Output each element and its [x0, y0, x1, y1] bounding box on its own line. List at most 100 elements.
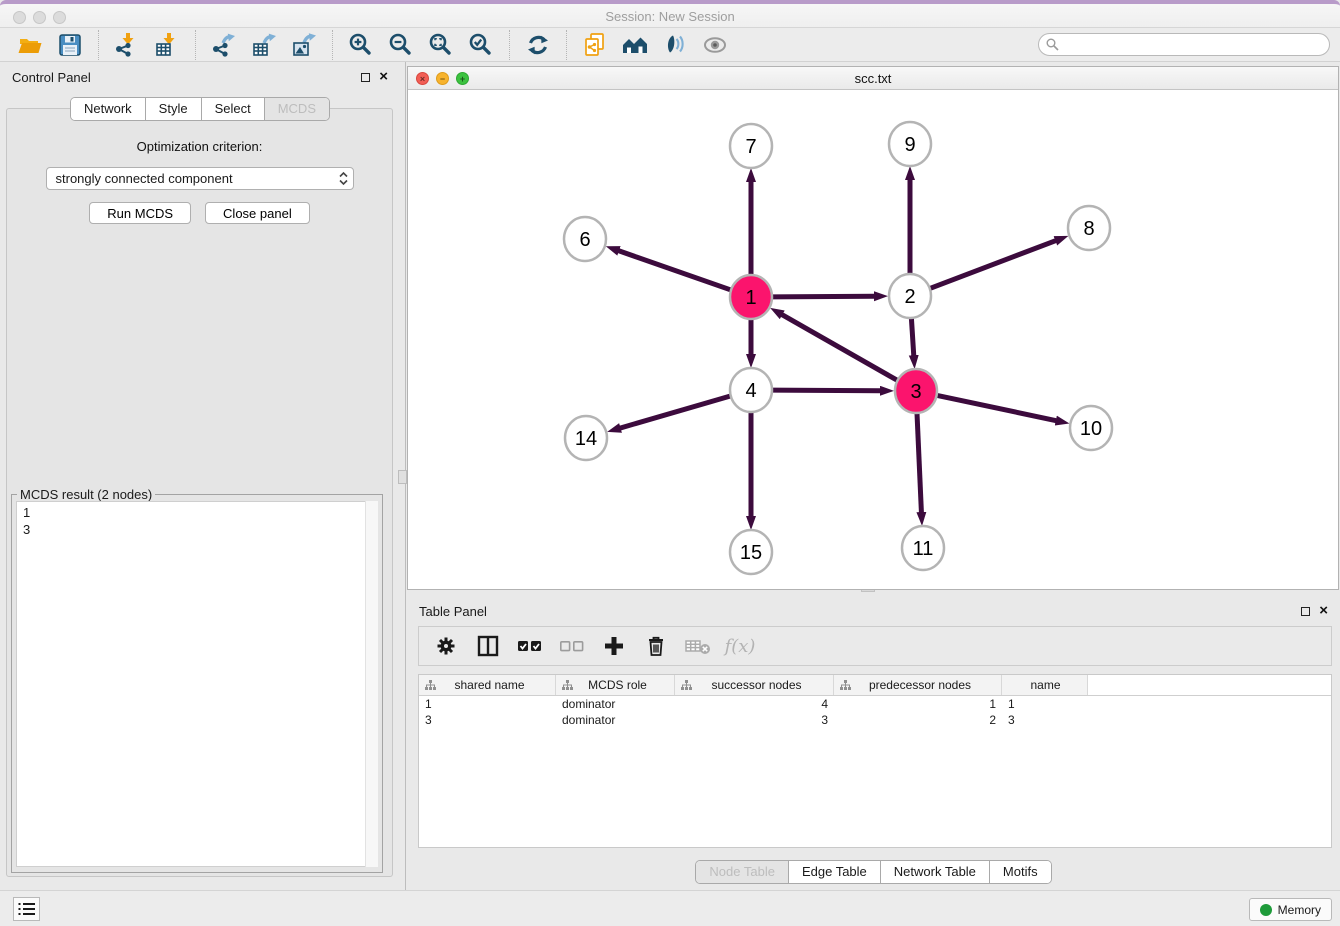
- cell-successor-nodes[interactable]: 3: [675, 713, 834, 727]
- graph-edge-3-11[interactable]: [917, 412, 922, 513]
- zoom-selected-icon[interactable]: [466, 31, 496, 59]
- save-session-icon[interactable]: [55, 31, 85, 59]
- toolbar-separator: [98, 30, 99, 60]
- float-panel-icon[interactable]: [361, 73, 370, 82]
- graph-node-label: 1: [745, 287, 756, 309]
- column-header-shared-name[interactable]: shared name: [419, 675, 556, 695]
- network-maximize-icon[interactable]: +: [456, 72, 469, 85]
- search-input[interactable]: [1064, 37, 1322, 53]
- delete-column-icon[interactable]: [641, 631, 671, 661]
- graph-node-8[interactable]: 8: [1068, 206, 1110, 250]
- search-icon: [1046, 38, 1059, 51]
- zoom-in-icon[interactable]: [346, 31, 376, 59]
- export-image-icon[interactable]: [289, 31, 319, 59]
- table-settings-icon[interactable]: [431, 631, 461, 661]
- table-row[interactable]: 3 dominator 3 2 3: [419, 712, 1331, 728]
- network-window-titlebar[interactable]: × − + scc.txt: [408, 67, 1338, 90]
- tab-network-table[interactable]: Network Table: [880, 861, 989, 883]
- close-panel-icon[interactable]: ×: [1319, 606, 1328, 616]
- graph-node-label: 11: [913, 538, 934, 560]
- graph-node-9[interactable]: 9: [889, 122, 931, 166]
- graph-node-1[interactable]: 1: [730, 275, 772, 319]
- import-network-icon[interactable]: [112, 31, 142, 59]
- vertical-splitter-handle[interactable]: [398, 470, 407, 484]
- graph-node-4[interactable]: 4: [730, 368, 772, 412]
- network-canvas[interactable]: 7 9 6 8 1 2 4 3 14 10 15 11: [408, 90, 1338, 589]
- result-scrollbar[interactable]: [365, 501, 378, 867]
- close-panel-button[interactable]: Close panel: [205, 202, 310, 224]
- mcds-result-text[interactable]: 1 3: [16, 501, 378, 867]
- node-table[interactable]: shared name MCDS role successor nodes pr…: [418, 674, 1332, 848]
- export-network-icon[interactable]: [209, 31, 239, 59]
- graph-edge-3-10[interactable]: [937, 395, 1057, 420]
- select-all-columns-icon[interactable]: [515, 631, 545, 661]
- graph-node-7[interactable]: 7: [730, 124, 772, 168]
- control-panel-header: Control Panel ×: [0, 62, 400, 92]
- graph-node-14[interactable]: 14: [565, 416, 607, 460]
- cell-mcds-role[interactable]: dominator: [556, 713, 675, 727]
- zoom-out-icon[interactable]: [386, 31, 416, 59]
- search-box[interactable]: [1038, 33, 1330, 56]
- new-network-from-selection-icon[interactable]: [580, 31, 610, 59]
- column-header-predecessor-nodes[interactable]: predecessor nodes: [834, 675, 1002, 695]
- graph-node-15[interactable]: 15: [730, 530, 772, 574]
- birds-eye-view-icon[interactable]: [700, 31, 730, 59]
- first-neighbors-icon[interactable]: [620, 31, 650, 59]
- tab-network[interactable]: Network: [71, 98, 145, 120]
- graph-edge-2-8[interactable]: [930, 240, 1057, 288]
- graph-edge-4-3[interactable]: [772, 390, 881, 391]
- graph-node-2[interactable]: 2: [889, 274, 931, 318]
- network-minimize-icon[interactable]: −: [436, 72, 449, 85]
- graph-edge-3-1[interactable]: [781, 314, 897, 380]
- split-view-icon[interactable]: [473, 631, 503, 661]
- graph-edge-1-6[interactable]: [618, 251, 731, 291]
- column-header-name[interactable]: name: [1002, 675, 1088, 695]
- column-header-successor-nodes[interactable]: successor nodes: [675, 675, 834, 695]
- graph-edge-1-2[interactable]: [772, 296, 875, 297]
- cell-successor-nodes[interactable]: 4: [675, 697, 834, 711]
- graph-node-label: 8: [1083, 218, 1094, 240]
- unselect-all-columns-icon[interactable]: [557, 631, 587, 661]
- cell-shared-name[interactable]: 1: [419, 697, 556, 711]
- function-builder-icon: f(x): [725, 631, 755, 661]
- attribute-tree-icon: [840, 680, 851, 691]
- graph-node-label: 6: [579, 229, 590, 251]
- memory-button[interactable]: Memory: [1249, 898, 1332, 921]
- graph-node-label: 9: [904, 134, 915, 156]
- tab-select[interactable]: Select: [201, 98, 264, 120]
- graph-node-10[interactable]: 10: [1070, 406, 1112, 450]
- mcds-result-title: MCDS result (2 nodes): [17, 487, 155, 502]
- attribute-tree-icon: [562, 680, 573, 691]
- run-mcds-button[interactable]: Run MCDS: [89, 202, 191, 224]
- refresh-icon[interactable]: [523, 31, 553, 59]
- graph-node-11[interactable]: 11: [902, 526, 944, 570]
- export-table-icon[interactable]: [249, 31, 279, 59]
- graph-node-3[interactable]: 3: [895, 369, 937, 413]
- tab-motifs[interactable]: Motifs: [989, 861, 1051, 883]
- import-table-icon[interactable]: [152, 31, 182, 59]
- cell-name[interactable]: 3: [1002, 713, 1088, 727]
- graph-node-6[interactable]: 6: [564, 217, 606, 261]
- tab-edge-table[interactable]: Edge Table: [788, 861, 880, 883]
- tab-mcds[interactable]: MCDS: [264, 98, 329, 120]
- cell-shared-name[interactable]: 3: [419, 713, 556, 727]
- tab-style[interactable]: Style: [145, 98, 201, 120]
- graph-edge-2-3[interactable]: [911, 317, 913, 356]
- optimization-criterion-select[interactable]: strongly connected component: [46, 167, 354, 190]
- add-column-icon[interactable]: [599, 631, 629, 661]
- column-header-mcds-role[interactable]: MCDS role: [556, 675, 675, 695]
- table-row[interactable]: 1 dominator 4 1 1: [419, 696, 1331, 712]
- cell-predecessor-nodes[interactable]: 2: [834, 713, 1002, 727]
- cell-predecessor-nodes[interactable]: 1: [834, 697, 1002, 711]
- cell-mcds-role[interactable]: dominator: [556, 697, 675, 711]
- task-history-button[interactable]: [13, 897, 40, 921]
- network-close-icon[interactable]: ×: [416, 72, 429, 85]
- show-graphics-details-icon[interactable]: [660, 31, 690, 59]
- tab-node-table[interactable]: Node Table: [696, 861, 788, 883]
- graph-edge-4-14[interactable]: [620, 396, 731, 428]
- cell-name[interactable]: 1: [1002, 697, 1088, 711]
- open-session-icon[interactable]: [15, 31, 45, 59]
- close-panel-icon[interactable]: ×: [379, 72, 388, 82]
- zoom-fit-icon[interactable]: [426, 31, 456, 59]
- float-panel-icon[interactable]: [1301, 607, 1310, 616]
